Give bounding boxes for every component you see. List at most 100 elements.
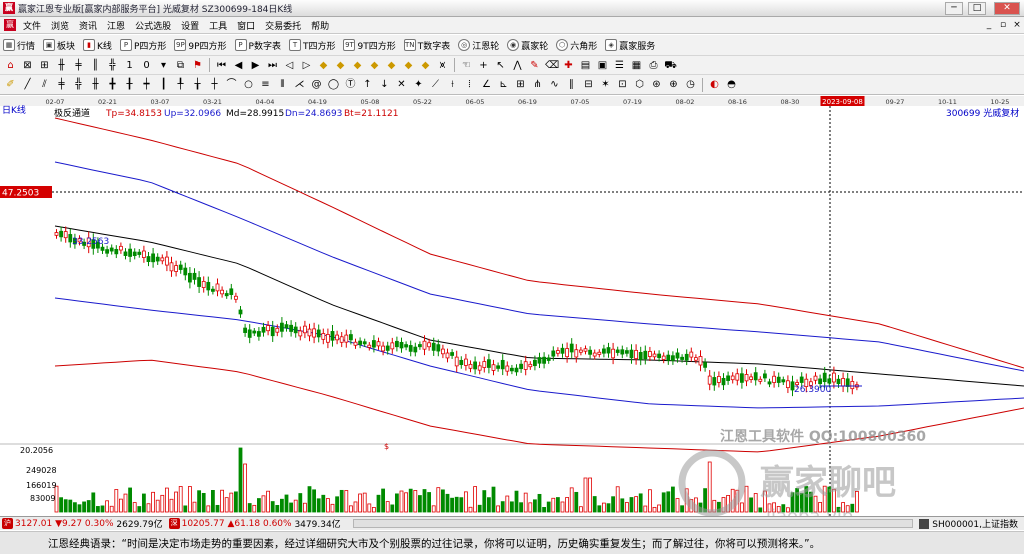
doc-restore-button[interactable]: ▫ xyxy=(996,19,1010,31)
star-icon[interactable]: ✦ xyxy=(412,78,425,91)
erase-icon[interactable]: ⌫ xyxy=(545,59,559,72)
last-icon[interactable]: ⏭ xyxy=(266,59,279,72)
doc-close-button[interactable]: × xyxy=(1010,19,1024,31)
mark-icon[interactable]: ✚ xyxy=(562,59,575,72)
diamond-left-icon[interactable]: ◆ xyxy=(351,59,364,72)
parallel-icon[interactable]: ∥ xyxy=(565,78,578,91)
kline-chart[interactable]: 02-07 02-21 03-07 03-21 04-04 04-19 05-08 05-22… xyxy=(0,96,1024,516)
pen-icon[interactable]: ✎ xyxy=(528,59,541,72)
gann-hex-icon[interactable]: ⬡ xyxy=(633,78,646,91)
gann-grid-icon[interactable]: ╬ xyxy=(72,78,85,91)
menu-formula[interactable]: 公式选股 xyxy=(130,19,176,32)
diamond-down-icon[interactable]: ◆ xyxy=(334,59,347,72)
index-selector[interactable]: SH000001,上证指数 xyxy=(919,517,1018,530)
wave-icon[interactable]: ∿ xyxy=(548,78,561,91)
maximize-button[interactable]: □ xyxy=(968,2,986,15)
menu-settings[interactable]: 设置 xyxy=(176,19,204,32)
ruler-icon[interactable]: ╱ xyxy=(21,78,34,91)
back-icon[interactable]: ◁ xyxy=(283,59,296,72)
spiral-icon[interactable]: @ xyxy=(310,78,323,91)
arrow-up-icon[interactable]: ↑ xyxy=(361,78,374,91)
menu-browse[interactable]: 浏览 xyxy=(46,19,74,32)
menu-gann[interactable]: 江恩 xyxy=(102,19,130,32)
sz-index-segment[interactable]: 深 10205.77 ▲61.18 0.60% 3479.34亿 xyxy=(168,517,341,530)
pencil-icon[interactable]: ✐ xyxy=(4,78,17,91)
diamond-small-icon[interactable]: ◆ xyxy=(385,59,398,72)
toolbar-gann-wheel-button[interactable]: ◎ 江恩轮 xyxy=(458,39,499,52)
gann-grid2-icon[interactable]: ⊟ xyxy=(582,78,595,91)
menu-news[interactable]: 资讯 xyxy=(74,19,102,32)
candle-up-icon[interactable]: ╪ xyxy=(72,59,85,72)
menu-tools[interactable]: 工具 xyxy=(204,19,232,32)
fib-time-icon[interactable]: ⦀ xyxy=(276,78,289,91)
gann-fan2-icon[interactable]: ⋔ xyxy=(531,78,544,91)
status-scrollbar[interactable] xyxy=(352,519,914,528)
pointer-icon[interactable]: ↖ xyxy=(494,59,507,72)
toolbar-p-number-button[interactable]: P P数字表 xyxy=(234,39,281,52)
next-icon[interactable]: ▶ xyxy=(249,59,262,72)
gann-time2-icon[interactable]: ⊕ xyxy=(667,78,680,91)
arrow-down-icon[interactable]: ↓ xyxy=(378,78,391,91)
gann-time-icon[interactable]: ╁ xyxy=(191,78,204,91)
chart-icon[interactable]: ⊞ xyxy=(38,59,51,72)
toolbar-service-button[interactable]: ◈ 赢家服务 xyxy=(605,39,655,52)
flag-icon[interactable]: ⚑ xyxy=(191,59,204,72)
table-icon[interactable]: ▦ xyxy=(630,59,643,72)
gann-band-icon[interactable]: ┿ xyxy=(140,78,153,91)
gann-square2-icon[interactable]: ⊡ xyxy=(616,78,629,91)
close-button[interactable]: ✕ xyxy=(994,2,1020,15)
menu-file[interactable]: 文件 xyxy=(18,19,46,32)
vertical-line-icon[interactable]: ┃ xyxy=(157,78,170,91)
cycle-icon[interactable]: ⊠ xyxy=(21,59,34,72)
toolbar-kline-button[interactable]: ▮ K线 xyxy=(83,39,112,52)
menu-window[interactable]: 窗口 xyxy=(232,19,260,32)
gann-clock-icon[interactable]: ◷ xyxy=(684,78,697,91)
text-icon[interactable]: Ⓣ xyxy=(344,78,357,91)
gann-level-icon[interactable]: ╂ xyxy=(123,78,136,91)
doc-minimize-button[interactable]: _ xyxy=(982,19,996,31)
toolbar-t-number-button[interactable]: TN T数字表 xyxy=(403,39,450,52)
palette-icon[interactable]: ◓ xyxy=(725,78,738,91)
image-icon[interactable]: ▣ xyxy=(596,59,609,72)
menu-help[interactable]: 帮助 xyxy=(306,19,334,32)
fullscreen-icon[interactable]: ⧉ xyxy=(174,59,187,72)
gann-box2-icon[interactable]: ⊞ xyxy=(514,78,527,91)
circle-icon[interactable]: ◯ xyxy=(327,78,340,91)
line-icon[interactable]: ╬ xyxy=(106,59,119,72)
gann-mark-icon[interactable]: ╀ xyxy=(174,78,187,91)
gann-cycle-icon[interactable]: ┼ xyxy=(208,78,221,91)
toolbar-9p-square-button[interactable]: 9P 9P四方形 xyxy=(174,39,227,52)
list-icon[interactable]: ☰ xyxy=(613,59,626,72)
zero-icon[interactable]: 0 xyxy=(140,59,153,72)
zigzag-icon[interactable]: ⋀ xyxy=(511,59,524,72)
gann-box-icon[interactable]: ╫ xyxy=(89,78,102,91)
one-icon[interactable]: 1 xyxy=(123,59,136,72)
toolbar-9t-square-button[interactable]: 9T 9T四方形 xyxy=(343,39,396,52)
print-icon[interactable]: ⎙ xyxy=(647,59,660,72)
minimize-button[interactable]: ─ xyxy=(945,2,963,15)
diamond-right-icon[interactable]: ◆ xyxy=(368,59,381,72)
period-icon[interactable]: ⦙ xyxy=(463,78,476,91)
gann-wheel2-icon[interactable]: ⊛ xyxy=(650,78,663,91)
toolbar-blocks-button[interactable]: ▣ 板块 xyxy=(43,39,75,52)
sh-index-segment[interactable]: 沪 3127.01 ▼9.27 0.30% 2629.79亿 xyxy=(2,517,163,530)
gann-ellipse-icon[interactable]: ○ xyxy=(242,78,255,91)
angle-icon[interactable]: ∠ xyxy=(480,78,493,91)
gann-square-icon[interactable]: ╋ xyxy=(106,78,119,91)
forward-icon[interactable]: ▷ xyxy=(300,59,313,72)
truck-icon[interactable]: ⛟ xyxy=(664,59,677,72)
fib-icon[interactable]: ≡ xyxy=(259,78,272,91)
gann-star-icon[interactable]: ✶ xyxy=(599,78,612,91)
gann-angle-icon[interactable]: ⊾ xyxy=(497,78,510,91)
gann-line-icon[interactable]: ╪ xyxy=(55,78,68,91)
bars-icon[interactable]: ║ xyxy=(89,59,102,72)
gann-arc-icon[interactable]: ⌒ xyxy=(225,78,238,91)
dropdown-icon[interactable]: ▾ xyxy=(157,59,170,72)
toolbar-t-square-button[interactable]: T T四方形 xyxy=(288,39,335,52)
fib-fan-icon[interactable]: ⋌ xyxy=(293,78,306,91)
diamond-up-icon[interactable]: ◆ xyxy=(317,59,330,72)
toolbar-winner-wheel-button[interactable]: ◉ 赢家轮 xyxy=(507,39,548,52)
toolbar-p-square-button[interactable]: P P四方形 xyxy=(119,39,166,52)
diamond-zoom-icon[interactable]: ◆ xyxy=(419,59,432,72)
gann-fan-icon[interactable]: ⩙ xyxy=(436,59,449,72)
